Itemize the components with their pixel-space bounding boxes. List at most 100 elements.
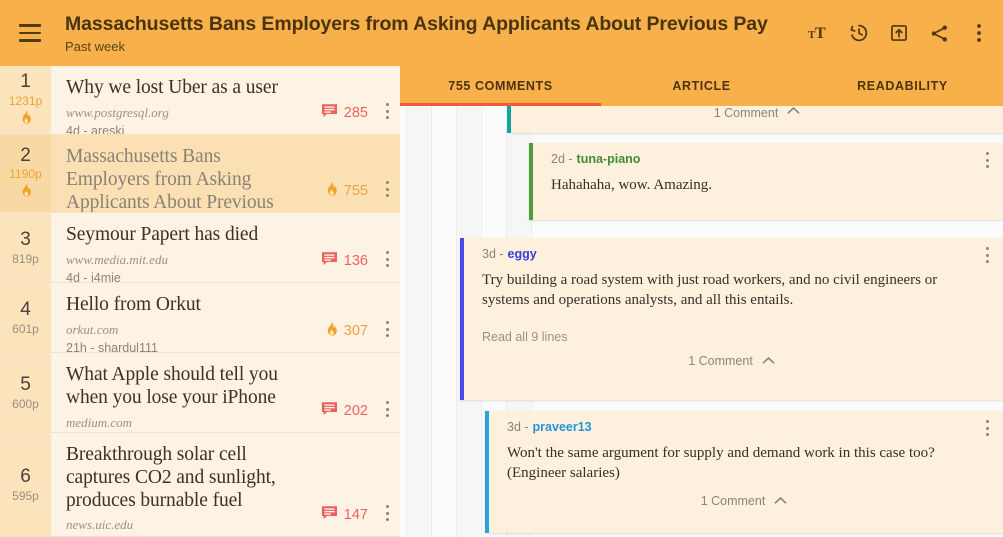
tab-readability[interactable]: READABILITY [802,66,1003,106]
story-title[interactable]: Hello from Orkut [66,294,301,317]
story-list-item[interactable]: 3 819p Seymour Papert has died www.media.mi… [0,213,400,285]
story-list-item[interactable]: 6 595p Breakthrough solar cell captures CO… [0,433,400,537]
comment-author[interactable]: praveer13 [533,420,592,434]
comment-bubble-icon [321,506,337,520]
story-rank-block: 2 1190p [0,135,51,213]
story-count[interactable]: 136 [321,251,368,271]
comment-card[interactable]: 3d - eggy Try building a road system with … [460,238,1003,400]
story-body: Hello from Orkut orkut.com 21h - shardul11… [51,283,400,355]
thread-indent-guide [406,106,430,537]
story-url: www.media.mit.edu [66,251,168,267]
story-meta-column: 755 [305,146,400,203]
story-title[interactable]: What Apple should tell you when you lose… [66,364,301,410]
hot-flame-icon [19,183,32,202]
story-rank: 3 [20,229,31,251]
story-count-label: 307 [343,323,368,339]
comment-header: 3d - praveer13 [485,411,1003,434]
story-title[interactable]: Breakthrough solar cell captures CO2 and… [66,444,301,512]
story-overflow-menu-icon[interactable] [374,251,400,271]
flame-icon [327,181,337,196]
comment-thread[interactable]: 1 Comment 2d - tuna-piano Hahahaha, wow. Am… [400,106,1003,537]
app-bar-actions: T T [799,0,1003,66]
comment-bubble-icon [321,402,337,416]
story-count[interactable]: 285 [321,103,368,123]
story-title[interactable]: Seymour Papert has died [66,224,301,247]
share-icon[interactable] [919,9,959,57]
detail-panel: 755 COMMENTS ARTICLE READABILITY 1 Comme… [400,66,1003,537]
flame-icon [324,321,338,341]
story-body: What Apple should tell you when you lose… [51,353,400,448]
comment-replies-toggle[interactable]: 1 Comment [460,344,1003,368]
text-size-icon[interactable]: T T [799,9,839,57]
story-count[interactable]: 307 [324,321,368,341]
story-overflow-menu-icon[interactable] [374,401,400,421]
comment-text: Won't the same argument for supply and d… [507,445,935,481]
story-title[interactable]: Why we lost Uber as a user [66,77,301,100]
comment-separator: - [564,152,573,166]
comment-text: Hahahaha, wow. Amazing. [551,177,713,193]
comment-separator: - [520,420,529,434]
comment-text: Try building a road system with just roa… [482,272,938,308]
story-rank-block: 4 601p [0,283,51,353]
story-count-label: 755 [343,183,368,199]
story-count-label: 202 [343,403,368,419]
story-body: Seymour Papert has died www.media.mit.edu… [51,213,400,285]
comment-timestamp: 3d [507,420,521,434]
story-body: Why we lost Uber as a user www.postgresql… [51,66,400,138]
story-overflow-menu-icon[interactable] [374,505,400,525]
story-rank: 6 [20,466,31,488]
thread-indent-line [431,106,432,537]
story-list-item[interactable]: 4 601p Hello from Orkut orkut.com 21h - shar… [0,283,400,355]
story-meta-column: 136 [305,224,400,273]
story-body: Massachusetts Bans Employers from Asking… [51,135,400,275]
comment-bubble-icon [321,505,338,525]
comment-overflow-menu-icon[interactable] [986,152,989,168]
thread-indent-guide [431,106,455,537]
tab-article[interactable]: ARTICLE [601,66,802,106]
story-url: medium.com [66,414,133,430]
story-points: 1190p [9,167,42,182]
story-points: 601p [12,321,39,336]
tab-readability-label: READABILITY [857,79,948,93]
story-list-item[interactable]: 1 1231p Why we lost Uber as a user www.post… [0,66,400,138]
story-count[interactable]: 147 [321,505,368,525]
story-url: orkut.com [66,321,119,337]
open-external-icon[interactable] [879,9,919,57]
comment-timestamp: 2d [551,152,565,166]
comment-replies-label: 1 Comment [688,353,753,368]
chevron-up-icon [774,497,787,504]
story-text-column: Breakthrough solar cell captures CO2 and… [66,444,305,537]
comment-replies-toggle[interactable]: 1 Comment [485,484,1003,508]
story-count-label: 285 [343,105,368,121]
story-list[interactable]: 1 1231p Why we lost Uber as a user www.post… [0,66,400,537]
story-text-column: Seymour Papert has died www.media.mit.edu… [66,224,305,285]
thread-indent-line [456,106,457,537]
story-overflow-menu-icon[interactable] [374,321,400,341]
story-overflow-menu-icon[interactable] [374,181,400,201]
thread-indent-line [406,106,407,537]
story-rank-block: 6 595p [0,433,51,537]
comment-card[interactable]: 2d - tuna-piano Hahahaha, wow. Amazing. [529,143,1003,220]
comment-card[interactable]: 3d - praveer13 Won't the same argument for… [485,411,1003,533]
story-list-item[interactable]: 5 600p What Apple should tell you when you… [0,353,400,448]
app-bar-title-block: Massachusetts Bans Employers from Asking… [58,13,799,54]
tab-comments[interactable]: 755 COMMENTS [400,66,601,106]
story-rank: 1 [20,71,31,93]
hot-flame-icon [19,110,32,129]
comment-overflow-menu-icon[interactable] [986,420,989,436]
comment-overflow-menu-icon[interactable] [986,247,989,263]
story-rank: 4 [20,299,31,321]
flame-icon [324,181,338,201]
comment-card-partial[interactable]: 1 Comment [511,106,1003,133]
hamburger-icon[interactable] [2,0,58,66]
story-count[interactable]: 202 [321,401,368,421]
overflow-menu-icon[interactable] [959,9,999,57]
history-icon[interactable] [839,9,879,57]
story-count[interactable]: 755 [324,181,368,201]
comment-read-more[interactable]: Read all 9 lines [460,311,1003,344]
comment-author[interactable]: eggy [508,247,537,261]
comment-depth-accent [485,411,489,533]
story-list-item[interactable]: 2 1190p Massachusetts Bans Employers from … [0,135,400,275]
story-overflow-menu-icon[interactable] [374,103,400,123]
comment-author[interactable]: tuna-piano [577,152,641,166]
